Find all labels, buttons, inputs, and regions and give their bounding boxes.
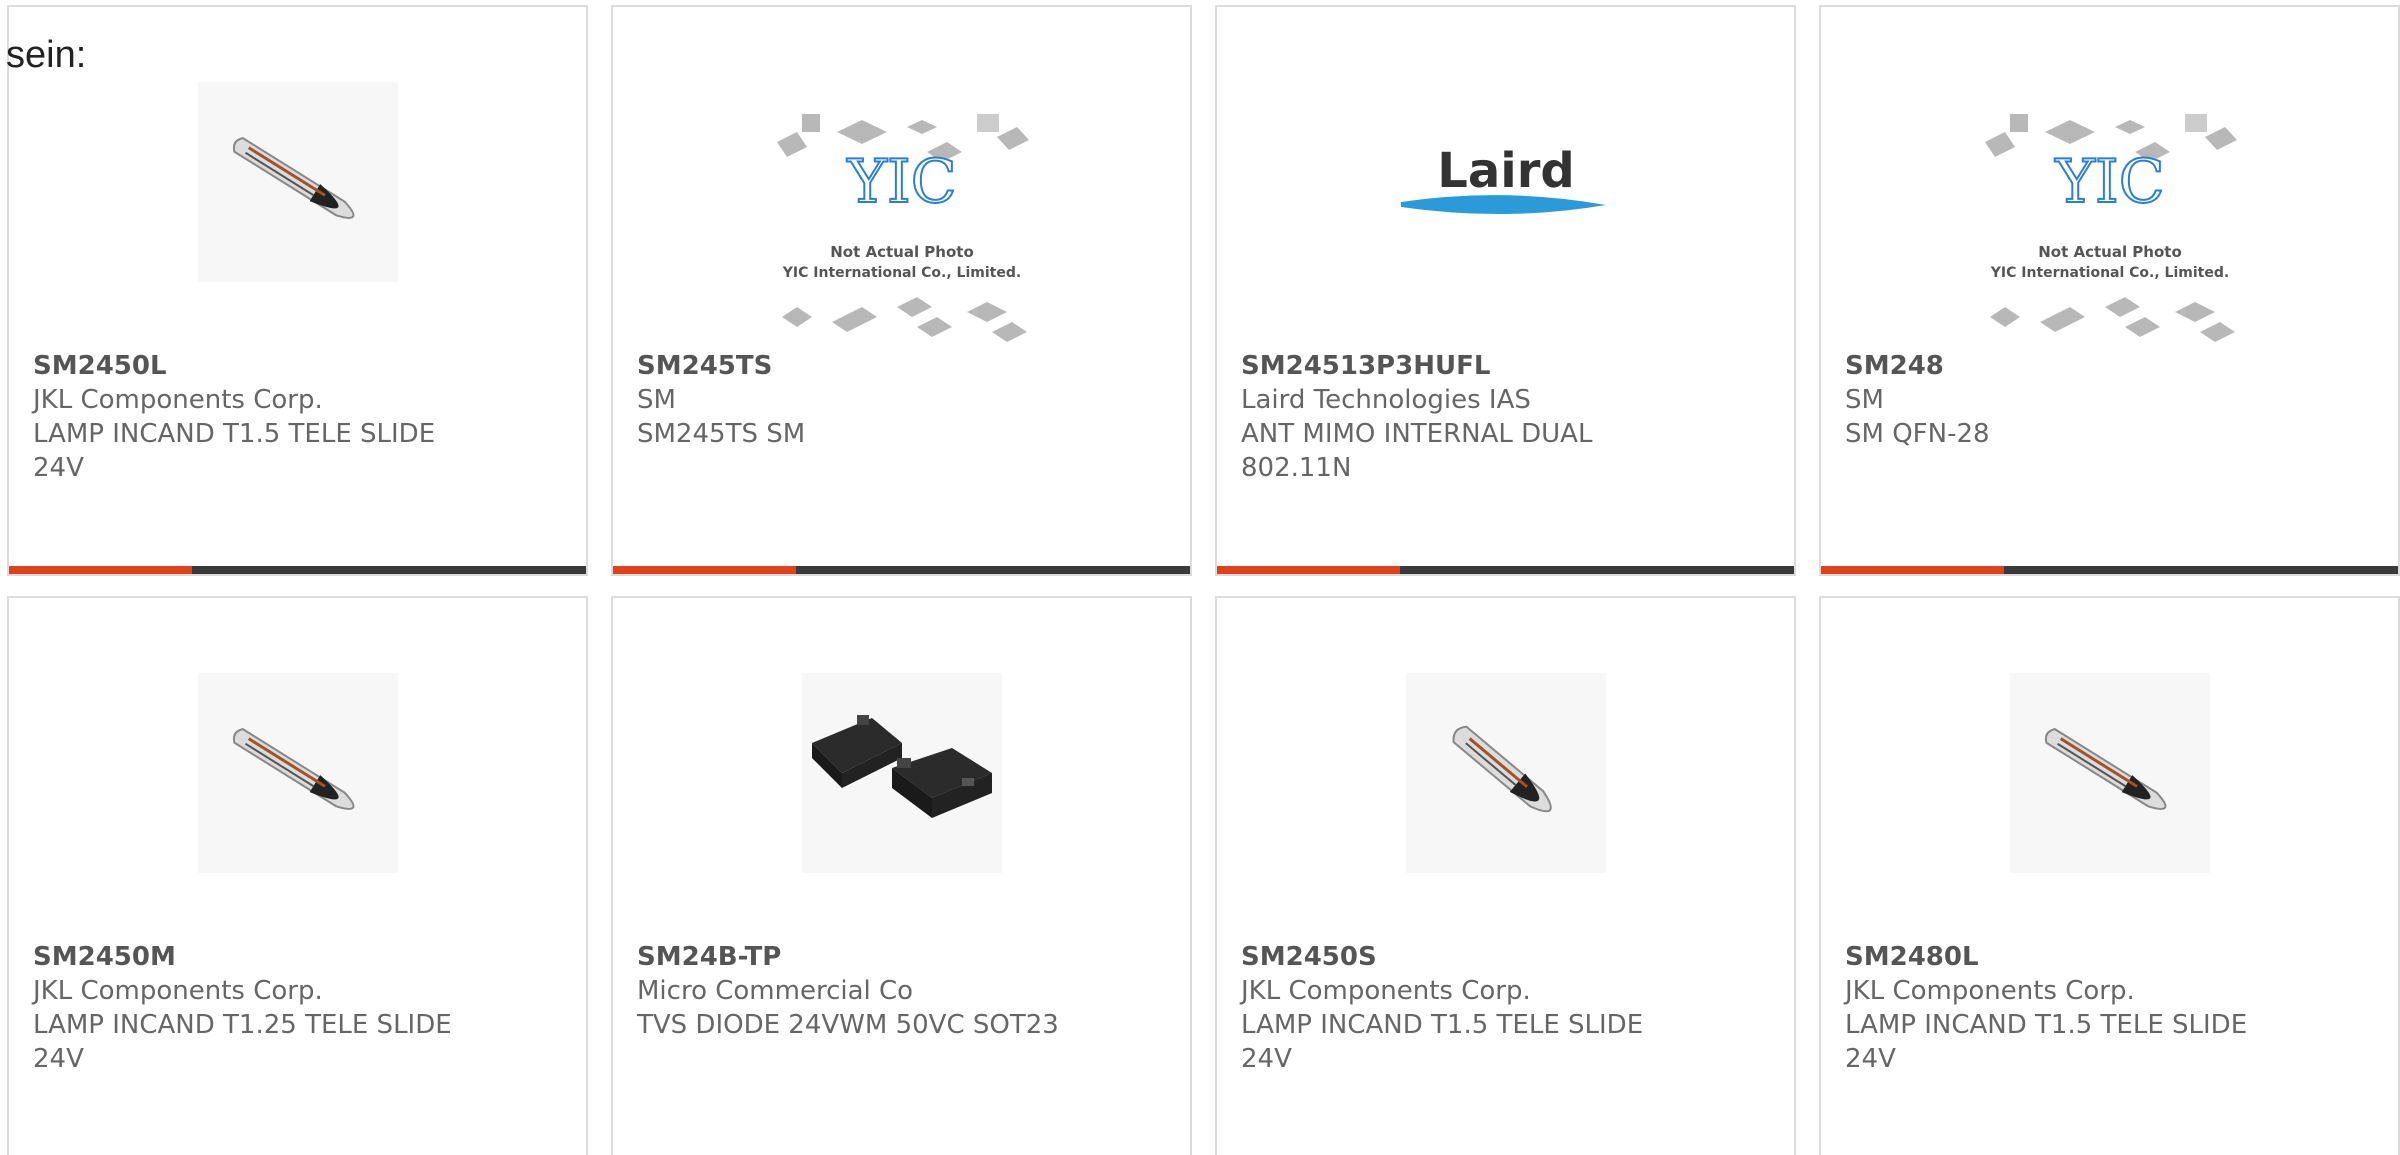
lamp-bulb-icon — [197, 673, 398, 873]
description-line: LAMP INCAND T1.25 TELE SLIDE — [33, 1010, 452, 1040]
logo-text: Laird — [1437, 143, 1574, 199]
part-number[interactable]: SM2450M — [33, 940, 493, 974]
description-line: 24V — [33, 453, 84, 483]
product-card[interactable]: SM2480L JKL Components Corp. LAMP INCAND… — [1819, 596, 2400, 1155]
part-number[interactable]: SM248 — [1845, 349, 2305, 383]
manufacturer: JKL Components Corp. — [1845, 976, 2135, 1006]
product-image[interactable] — [163, 668, 433, 878]
description-line: 24V — [33, 1044, 84, 1074]
product-card[interactable]: SM2450L JKL Components Corp. LAMP INCAND… — [7, 5, 588, 576]
product-image[interactable]: YIC Not Actual Photo YIC International C… — [1975, 102, 2245, 362]
product-card[interactable]: SM24B-TP Micro Commercial Co TVS DIODE 2… — [611, 596, 1192, 1155]
part-number[interactable]: SM24B-TP — [637, 940, 1097, 974]
image-caption: YIC International Co., Limited. — [1989, 265, 2228, 281]
product-grid-page: SM2450L JKL Components Corp. LAMP INCAND… — [0, 0, 2400, 1155]
product-card[interactable]: SM2450S JKL Components Corp. LAMP INCAND… — [1215, 596, 1796, 1155]
description-line: 24V — [1845, 1044, 1896, 1074]
product-card[interactable]: Laird SM24513P3HUFL Laird Technologies I… — [1215, 5, 1796, 576]
svg-text:YIC: YIC — [846, 147, 956, 217]
card-bar-accent — [1217, 566, 1400, 574]
card-bar — [613, 566, 1190, 574]
description-line: LAMP INCAND T1.5 TELE SLIDE — [1241, 1010, 1644, 1040]
laird-logo-icon: Laird — [1400, 143, 1606, 215]
card-bar — [9, 566, 586, 574]
product-image[interactable] — [163, 77, 433, 287]
image-caption: Not Actual Photo — [830, 243, 974, 261]
chip-placeholder-icon: YIC Not Actual Photo YIC International C… — [776, 114, 1029, 342]
card-bar-accent — [613, 566, 796, 574]
image-caption: Not Actual Photo — [2038, 243, 2182, 261]
description-line: ANT MIMO INTERNAL DUAL — [1241, 419, 1593, 449]
manufacturer: JKL Components Corp. — [33, 385, 323, 415]
product-image[interactable] — [1975, 668, 2245, 878]
manufacturer: Micro Commercial Co — [637, 976, 914, 1006]
card-bar — [1217, 566, 1794, 574]
lamp-bulb-icon — [197, 82, 398, 282]
description-line: SM245TS SM — [637, 419, 806, 449]
description-line: SM QFN-28 — [1845, 419, 1990, 449]
manufacturer: SM — [1845, 385, 1884, 415]
lead-text: sein: — [6, 34, 87, 76]
manufacturer: SM — [637, 385, 676, 415]
part-number[interactable]: SM2480L — [1845, 940, 2305, 974]
description-line: 24V — [1241, 1044, 1292, 1074]
sot23-diode-icon — [801, 673, 1002, 873]
product-card[interactable]: YIC Not Actual Photo YIC International C… — [1819, 5, 2400, 576]
part-number[interactable]: SM2450L — [33, 349, 493, 383]
image-caption: YIC International Co., Limited. — [781, 265, 1020, 281]
product-card[interactable]: SM2450M JKL Components Corp. LAMP INCAND… — [7, 596, 588, 1155]
product-image[interactable]: Laird — [1371, 102, 1641, 262]
product-image[interactable]: YIC Not Actual Photo YIC International C… — [767, 102, 1037, 362]
part-number[interactable]: SM24513P3HUFL — [1241, 349, 1701, 383]
lamp-bulb-icon — [2009, 673, 2210, 873]
svg-text:YIC: YIC — [2054, 147, 2164, 217]
description-line: TVS DIODE 24VWM 50VC SOT23 — [637, 1010, 1059, 1040]
product-image[interactable] — [1371, 668, 1641, 878]
part-number[interactable]: SM2450S — [1241, 940, 1701, 974]
product-card[interactable]: YIC Not Actual Photo YIC International C… — [611, 5, 1192, 576]
card-bar-accent — [9, 566, 192, 574]
lamp-bulb-icon — [1405, 673, 1606, 873]
description-line: LAMP INCAND T1.5 TELE SLIDE — [33, 419, 436, 449]
chip-placeholder-icon: YIC Not Actual Photo YIC International C… — [1984, 114, 2237, 342]
part-number[interactable]: SM245TS — [637, 349, 1097, 383]
card-bar-accent — [1821, 566, 2004, 574]
product-image[interactable] — [767, 668, 1037, 878]
description-line: LAMP INCAND T1.5 TELE SLIDE — [1845, 1010, 2248, 1040]
manufacturer: Laird Technologies IAS — [1241, 385, 1531, 415]
description-line: 802.11N — [1241, 453, 1352, 483]
card-bar — [1821, 566, 2398, 574]
manufacturer: JKL Components Corp. — [1241, 976, 1531, 1006]
manufacturer: JKL Components Corp. — [33, 976, 323, 1006]
